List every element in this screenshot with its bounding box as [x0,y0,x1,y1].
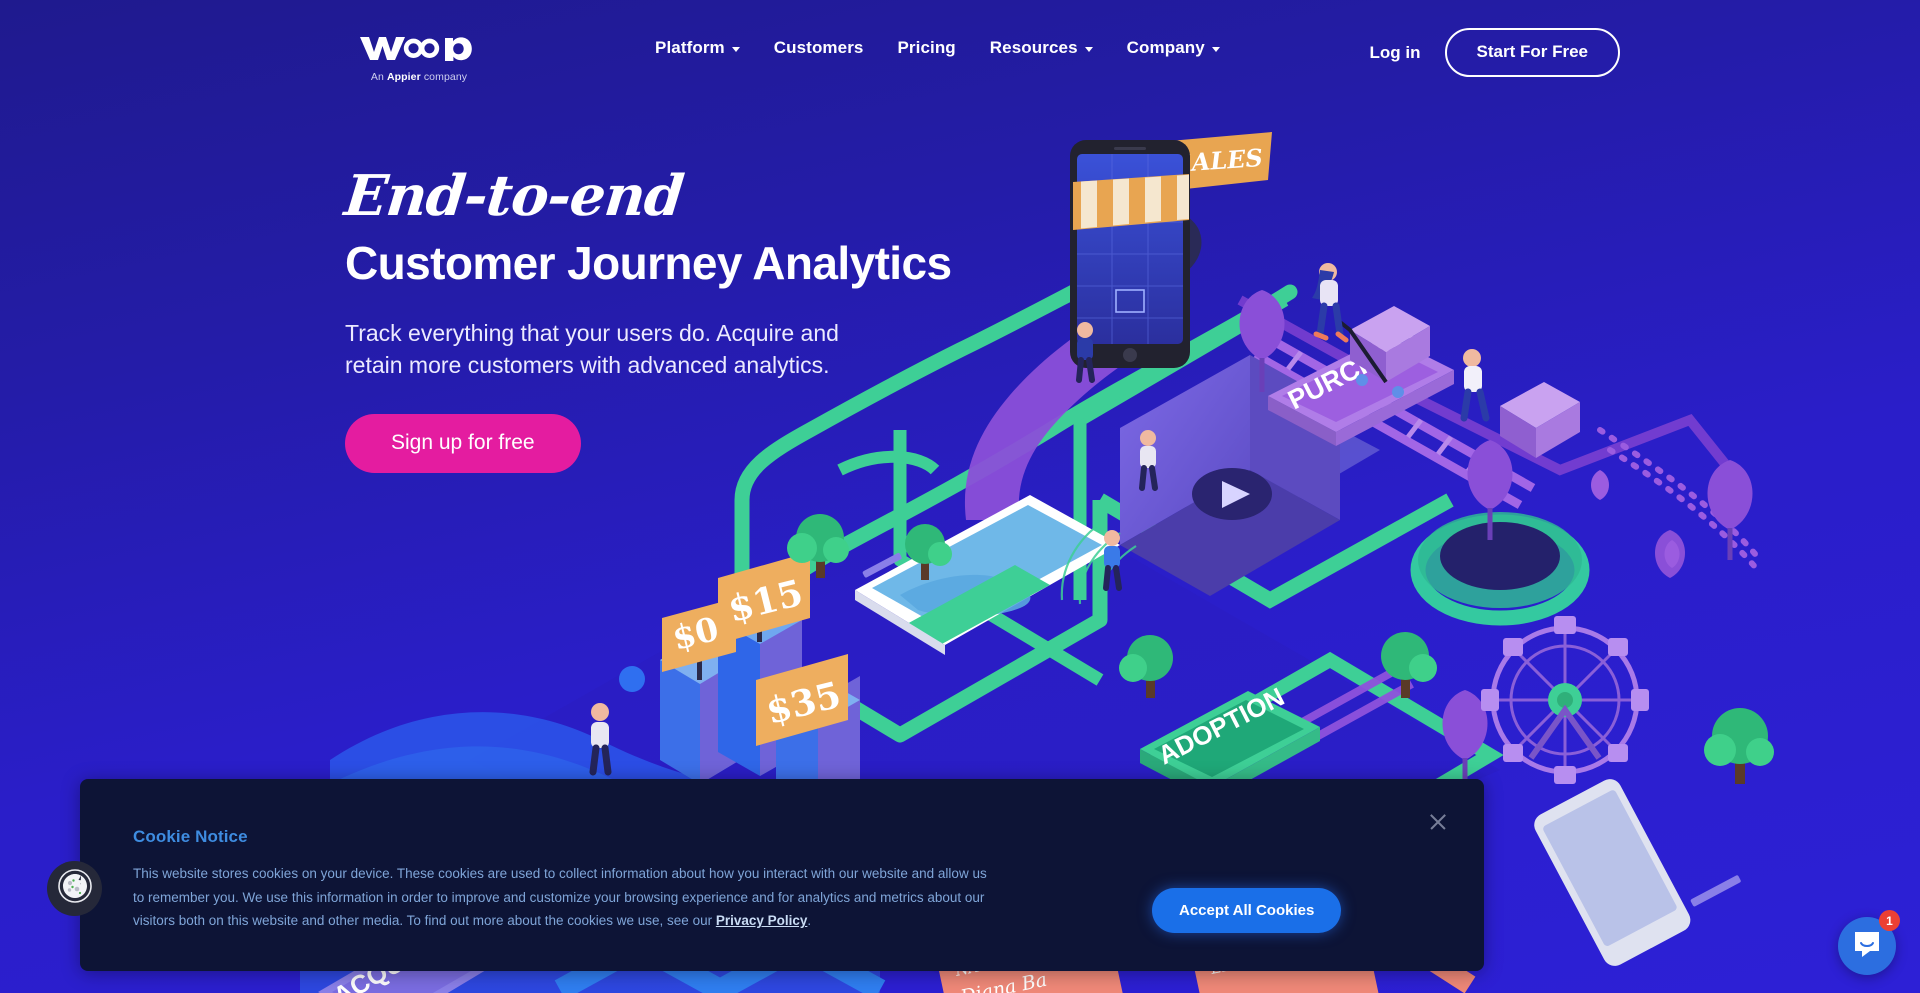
chevron-down-icon [1084,47,1093,52]
cookie-settings-button[interactable] [47,861,102,916]
hero-script-line: End-to-end [341,163,687,229]
main-navigation: Platform Customers Pricing Resources Com… [655,38,1220,58]
accept-all-cookies-button[interactable]: Accept All Cookies [1152,888,1342,933]
logo-tagline: An Appier company [370,71,468,83]
svg-text:$15: $15 [724,572,807,631]
hero-subtitle: Track everything that your users do. Acq… [345,319,839,379]
cookie-notice-body: This website stores cookies on your devi… [133,866,987,929]
chat-bubble-icon [1852,929,1882,964]
nav-item-company[interactable]: Company [1127,38,1220,58]
nav-label: Company [1126,38,1205,57]
woopra-logo-icon [360,33,478,69]
chevron-down-icon [731,47,740,52]
nav-label: Customers [773,38,864,57]
nav-label: Pricing [897,38,956,57]
cookie-notice-body-end: . [807,913,812,929]
signup-free-button[interactable]: Sign up for free [345,413,581,473]
svg-text:PURCHASE: PURCHASE [1283,320,1432,416]
svg-text:$35: $35 [762,674,845,733]
nav-label: Resources [989,38,1078,57]
privacy-policy-link[interactable]: Privacy Policy [716,913,808,928]
site-header: An Appier company Platform Customers Pri… [0,0,1920,100]
logo[interactable]: An Appier company [360,33,478,83]
header-actions: Log in Start For Free [1370,28,1620,77]
svg-text:ADOPTION: ADOPTION [1153,681,1289,770]
nav-item-resources[interactable]: Resources [990,38,1093,58]
cookie-icon [57,869,92,908]
nav-item-platform[interactable]: Platform [655,38,740,58]
close-icon[interactable] [1426,810,1450,834]
nav-item-pricing[interactable]: Pricing [897,38,955,58]
svg-text:Diana Ba: Diana Ba [958,969,1049,993]
start-for-free-button[interactable]: Start For Free [1444,28,1620,77]
nav-item-customers[interactable]: Customers [774,38,864,58]
svg-text:$0: $0 [669,609,723,658]
svg-text:SALES: SALES [1173,143,1263,178]
chat-unread-badge: 1 [1879,910,1900,931]
login-link[interactable]: Log in [1370,43,1421,63]
page-title: Customer Journey Analytics [345,237,952,289]
chevron-down-icon [1211,47,1220,52]
cookie-notice-banner: Cookie Notice This website stores cookie… [80,779,1484,971]
cookie-notice-title: Cookie Notice [133,827,248,846]
nav-label: Platform [655,38,725,57]
hero-section: End-to-end Customer Journey Analytics Tr… [341,163,985,473]
cookie-notice-text: This website stores cookies on your devi… [133,862,988,933]
